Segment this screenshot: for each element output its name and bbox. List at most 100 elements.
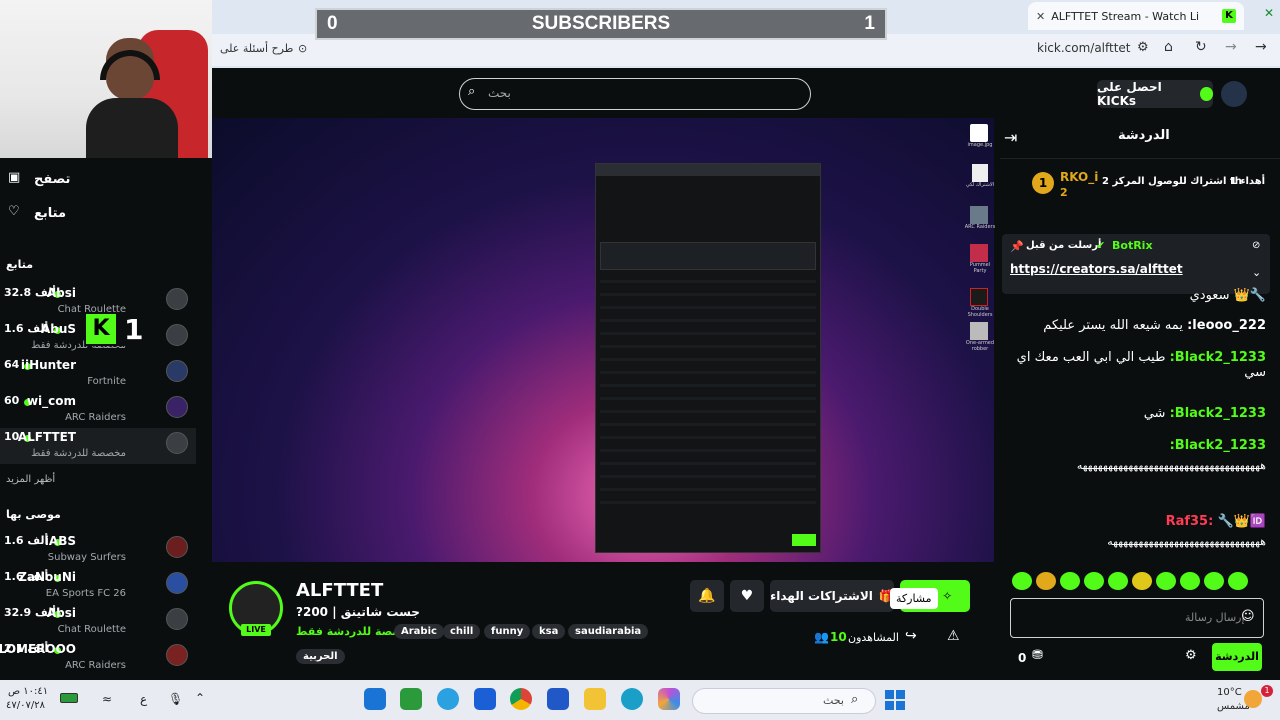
pinned-message[interactable]: 📌 أرسلت من قبل BotRix ✔ https://creators… xyxy=(1002,234,1270,294)
emote-icon[interactable] xyxy=(1180,572,1200,590)
chat-username[interactable]: Black2_1233: xyxy=(1170,406,1266,421)
taskbar-app-icon[interactable] xyxy=(364,688,386,710)
taskbar-search[interactable]: بحث ⌕ xyxy=(692,688,876,714)
close-tab-icon[interactable]: ✕ xyxy=(1036,10,1045,23)
avatar xyxy=(166,360,188,382)
search-box[interactable]: ⌕ بحث xyxy=(459,78,811,110)
sidebar-item-absi-2[interactable]: 32.9 ألف Absi Chat Roulette xyxy=(0,604,196,640)
tag-arabic[interactable]: Arabic xyxy=(394,624,444,639)
points-icon[interactable]: ⛃ xyxy=(1032,648,1043,663)
chrome-icon[interactable] xyxy=(510,688,532,710)
inner-send-button xyxy=(792,534,816,546)
nav-following[interactable]: ♡ متابع xyxy=(8,204,188,226)
home-icon[interactable]: ⌂ xyxy=(1164,39,1173,55)
tune-icon[interactable]: ⚙ xyxy=(1137,40,1149,55)
chat-username[interactable]: Raf35: xyxy=(1166,514,1214,529)
desktop-icon-double[interactable] xyxy=(970,288,988,306)
url-text[interactable]: kick.com/alfttet xyxy=(1037,41,1131,55)
nav-browse[interactable]: ▣ تصفح xyxy=(8,170,188,192)
chat-settings-icon[interactable]: ⚙ xyxy=(1185,648,1197,663)
notification-bell-button[interactable]: 🔔 xyxy=(690,580,724,612)
desktop-icon-image[interactable] xyxy=(970,124,988,142)
tag-saudiarabia[interactable]: saudiarabia xyxy=(568,624,649,639)
emote-icon[interactable] xyxy=(1156,572,1176,590)
forward-icon[interactable]: → xyxy=(1225,39,1237,55)
emote-icon[interactable] xyxy=(1012,572,1032,590)
tag-extra[interactable]: الحربية xyxy=(296,649,345,664)
ask-label[interactable]: طرح أسئلة على xyxy=(220,42,293,55)
report-icon[interactable]: ⚠ xyxy=(947,628,960,644)
emote-icon[interactable] xyxy=(1036,572,1056,590)
streamer-body xyxy=(86,98,178,158)
kick-overlay-badge: K 1 xyxy=(86,312,148,346)
taskbar-app-icon[interactable] xyxy=(400,688,422,710)
desktop-icon-robber[interactable] xyxy=(970,322,988,340)
emote-bar[interactable] xyxy=(1012,572,1262,592)
following-heading: متابع xyxy=(6,258,34,271)
emote-icon[interactable] xyxy=(1228,572,1248,590)
sidebar-item-wi-com[interactable]: 60 wi_com ARC Raiders xyxy=(0,392,196,428)
emoji-icon[interactable]: ☺ xyxy=(1241,609,1255,624)
avatar xyxy=(166,288,188,310)
tag-chill[interactable]: chill xyxy=(443,624,481,639)
desktop-icon-pummel[interactable] xyxy=(970,244,988,262)
tab-audio-icon[interactable]: ✕ xyxy=(1264,6,1274,20)
tag-funny[interactable]: funny xyxy=(484,624,531,639)
desktop-icon-arc[interactable] xyxy=(970,206,988,224)
taskbar-date: ٤٧/٠٧/٢٨ xyxy=(6,700,45,711)
gift-subs-button[interactable]: الاشتراكات الهداء 🎁 xyxy=(770,580,894,612)
desktop-icon-label: ARC Raiders xyxy=(964,224,996,230)
channel-name[interactable]: ALFTTET xyxy=(296,580,383,601)
emote-icon[interactable] xyxy=(1204,572,1224,590)
get-kicks-button[interactable]: احصل على KICKs xyxy=(1097,80,1213,108)
gifter-name[interactable]: RKO_i xyxy=(1060,170,1098,184)
emote-icon[interactable] xyxy=(1084,572,1104,590)
microphone-icon[interactable]: 🎙 xyxy=(168,692,183,706)
tag-ksa[interactable]: ksa xyxy=(532,624,566,639)
chat-send-button[interactable]: الدردشة xyxy=(1212,643,1262,671)
shield-icon[interactable] xyxy=(474,688,496,710)
user-avatar[interactable] xyxy=(1221,81,1247,107)
folder-icon[interactable] xyxy=(584,688,606,710)
viewers-icon: 👥 xyxy=(814,630,829,644)
copilot-icon[interactable] xyxy=(658,688,680,710)
ask-icon[interactable]: ⊙ xyxy=(298,42,307,55)
kick-favicon-icon: K xyxy=(1222,9,1236,23)
emote-icon[interactable] xyxy=(1132,572,1152,590)
back-icon[interactable]: → xyxy=(1255,39,1267,55)
sidebar-item-alfttet[interactable]: 10 ALFTTET مخصصة للدردشة فقط xyxy=(0,428,196,464)
share-button[interactable]: ↪ xyxy=(905,628,925,648)
sidebar-item-lomerooo[interactable]: 2.1 ألف LOMEROOO ARC Raiders xyxy=(0,640,196,676)
tray-expand-icon[interactable]: ⌃ xyxy=(195,691,205,705)
pinned-expand-icon[interactable]: ⌄ xyxy=(1252,266,1261,279)
show-more-link[interactable]: أظهر المزيد xyxy=(6,474,55,485)
weather-temp[interactable]: 10°C xyxy=(1217,687,1242,698)
sidebar-item-zanouni[interactable]: 1.6 ألف ZaNouNi EA Sports FC 26 xyxy=(0,568,196,604)
favorite-button[interactable]: ♥ xyxy=(730,580,764,612)
battery-icon[interactable] xyxy=(60,693,78,703)
wifi-icon[interactable]: ≈ xyxy=(102,692,112,706)
reload-icon[interactable]: ↻ xyxy=(1195,39,1207,55)
store-icon[interactable] xyxy=(547,688,569,710)
chat-username[interactable]: leooo_222: xyxy=(1187,318,1266,333)
emote-icon[interactable] xyxy=(1108,572,1128,590)
pinned-hide-icon[interactable]: ⊘ xyxy=(1252,240,1260,251)
avatar xyxy=(166,572,188,594)
sidebar-item-iabs[interactable]: 1.6 ألف iABS Subway Surfers xyxy=(0,532,196,568)
sidebar-item-iihunter[interactable]: 64 iiHunter Fortnite xyxy=(0,356,196,392)
chat-collapse-icon[interactable]: ⇥ xyxy=(1004,128,1017,147)
emote-icon[interactable] xyxy=(1060,572,1080,590)
pinned-link[interactable]: https://creators.sa/alfttet xyxy=(1010,262,1183,276)
telegram-icon[interactable] xyxy=(437,688,459,710)
chat-username[interactable]: Black2_1233: xyxy=(1170,350,1266,365)
desktop-icon-doc[interactable] xyxy=(972,164,988,182)
gift-subs-label: الاشتراكات الهداء xyxy=(770,589,873,603)
browser-tab-active[interactable]: ✕ ALFTTET Stream - Watch Li K xyxy=(1028,2,1244,30)
chat-username[interactable]: Black2_1233: xyxy=(1170,438,1266,453)
pinned-user[interactable]: BotRix xyxy=(1112,239,1153,252)
edge-icon[interactable] xyxy=(621,688,643,710)
start-button[interactable] xyxy=(885,690,905,710)
taskbar-lang[interactable]: ع xyxy=(140,692,147,706)
channel-category: ARC Raiders xyxy=(65,660,126,671)
chat-input[interactable]: إرسال رسالة ☺ xyxy=(1010,598,1264,638)
